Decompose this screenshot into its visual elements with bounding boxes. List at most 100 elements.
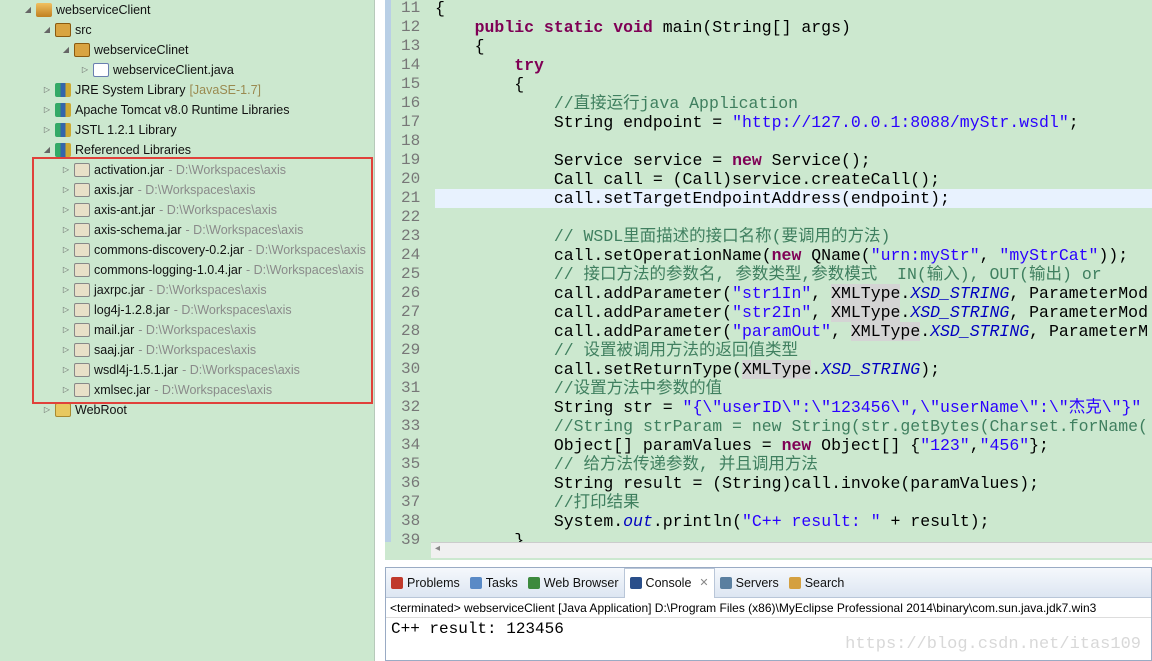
code-token: XSD_STRING <box>930 322 1030 341</box>
code-line[interactable]: try <box>435 56 1152 75</box>
tab-tasks[interactable]: Tasks <box>465 568 523 598</box>
tree-item[interactable]: ◢ webserviceClient <box>22 0 150 20</box>
code-line[interactable]: Call call = (Call)service.createCall(); <box>435 170 1152 189</box>
expanded-arrow-icon[interactable]: ◢ <box>41 20 53 40</box>
code-line[interactable]: //设置方法中参数的值 <box>435 379 1152 398</box>
code-line[interactable] <box>435 208 1152 227</box>
tab-problems[interactable]: Problems <box>386 568 465 598</box>
code-line[interactable]: { <box>435 0 1152 18</box>
tree-item[interactable]: ▷ Apache Tomcat v8.0 Runtime Libraries <box>41 100 289 120</box>
code-token: XSD_STRING <box>910 303 1010 322</box>
line-number: 28 <box>401 322 421 340</box>
line-number: 12 <box>401 18 421 36</box>
tree-item[interactable]: ▷ JRE System Library [JavaSE-1.7] <box>41 80 261 100</box>
code-line[interactable]: System.out.println("C++ result: " + resu… <box>435 512 1152 531</box>
line-number: 30 <box>401 360 421 378</box>
tree-item-label: webserviceClient <box>56 3 151 17</box>
tab-web-browser[interactable]: Web Browser <box>523 568 624 598</box>
code-token: XMLType <box>831 303 901 322</box>
collapsed-arrow-icon[interactable]: ▷ <box>41 120 53 140</box>
code-line[interactable]: // 给方法传递参数, 并且调用方法 <box>435 455 1152 474</box>
code-token: new <box>732 151 762 170</box>
tree-item-label: JSTL 1.2.1 Library <box>75 123 177 137</box>
tab-search[interactable]: Search <box>784 568 850 598</box>
code-line[interactable]: //直接运行java Application <box>435 94 1152 113</box>
collapsed-arrow-icon[interactable]: ▷ <box>41 100 53 120</box>
code-line[interactable] <box>435 132 1152 151</box>
code-line[interactable]: //String strParam = new String(str.getBy… <box>435 417 1152 436</box>
expanded-arrow-icon[interactable]: ◢ <box>22 0 34 20</box>
tab-label: Web Browser <box>543 575 619 590</box>
code-line[interactable]: String str = "{\"userID\":\"123456\",\"u… <box>435 398 1152 417</box>
code-token: main(String[] args) <box>652 18 851 37</box>
code-line[interactable]: Object[] paramValues = new Object[] {"12… <box>435 436 1152 455</box>
line-number: 22 <box>401 208 421 226</box>
code-line[interactable]: call.setReturnType(XMLType.XSD_STRING); <box>435 360 1152 379</box>
line-number: 21 <box>401 189 421 207</box>
code-line[interactable]: call.addParameter("str1In", XMLType.XSD_… <box>435 284 1152 303</box>
code-token: //String strParam = new String(str.getBy… <box>553 417 1148 436</box>
code-token: Object[] paramValues = <box>435 436 782 455</box>
code-line[interactable]: String result = (String)call.invoke(para… <box>435 474 1152 493</box>
tree-item[interactable]: ▷ JSTL 1.2.1 Library <box>41 120 177 140</box>
java-file-icon <box>93 63 109 77</box>
code-token: // 设置被调用方法的返回值类型 <box>553 341 799 360</box>
code-token: )); <box>1098 246 1129 265</box>
code-line[interactable]: call.addParameter("paramOut", XMLType.XS… <box>435 322 1152 341</box>
line-number: 26 <box>401 284 421 302</box>
code-line[interactable]: Service service = new Service(); <box>435 151 1152 170</box>
referenced-jars-highlight-box <box>32 157 373 404</box>
code-line[interactable]: call.addParameter("str2In", XMLType.XSD_… <box>435 303 1152 322</box>
code-line[interactable]: call.setOperationName(new QName("urn:myS… <box>435 246 1152 265</box>
code-line[interactable]: public static void main(String[] args) <box>435 18 1152 37</box>
code-token: call.setReturnType( <box>435 360 742 379</box>
library-icon <box>55 103 71 117</box>
code-line[interactable]: { <box>435 37 1152 56</box>
line-number: 25 <box>401 265 421 283</box>
code-token: { <box>435 37 485 56</box>
tree-item-label: src <box>75 23 92 37</box>
console-panel: Problems Tasks Web Browser Console ✕ Servers S… <box>385 567 1152 661</box>
library-icon <box>55 83 71 97</box>
code-token: "paramOut" <box>732 322 832 341</box>
code-line[interactable]: //打印结果 <box>435 493 1152 512</box>
collapsed-arrow-icon[interactable]: ▷ <box>41 80 53 100</box>
tree-item[interactable]: ◢ src <box>41 20 92 40</box>
tree-item-label: JRE System Library <box>75 83 186 97</box>
tab-servers[interactable]: Servers <box>715 568 784 598</box>
servers-icon <box>719 576 732 589</box>
code-token: String result = (String)call.invoke(para… <box>435 474 1039 493</box>
tab-console[interactable]: Console ✕ <box>623 567 715 598</box>
line-number: 17 <box>401 113 421 131</box>
tab-label: Search <box>804 575 845 590</box>
code-line[interactable]: // WSDL里面描述的接口名称(要调用的方法) <box>435 227 1152 246</box>
code-line[interactable]: call.setTargetEndpointAddress(endpoint); <box>435 189 1152 208</box>
tree-item[interactable]: ◢ webserviceClinet <box>60 40 188 60</box>
source-folder-icon <box>55 23 71 37</box>
line-number: 29 <box>401 341 421 359</box>
code-line[interactable]: // 接口方法的参数名, 参数类型,参数模式 IN(输入), OUT(输出) o… <box>435 265 1152 284</box>
tree-item-label: webserviceClinet <box>94 43 189 57</box>
horizontal-scrollbar[interactable]: ◂ <box>431 542 1152 558</box>
line-number: 11 <box>401 0 421 17</box>
library-icon <box>55 143 71 157</box>
tree-item[interactable]: ▷ webserviceClient.java <box>79 60 234 80</box>
collapsed-arrow-icon[interactable]: ▷ <box>79 60 91 80</box>
code-line[interactable]: { <box>435 75 1152 94</box>
code-token: // 给方法传递参数, 并且调用方法 <box>553 455 818 474</box>
code-editor[interactable]: 11 12 13 14 15 16 17 18 19 20 21 22 23 24 25 26 27 28 29 30… <box>385 0 1152 560</box>
code-token: ); <box>920 360 941 379</box>
code-token: , ParameterMod <box>1009 284 1148 303</box>
close-icon[interactable]: ✕ <box>699 568 708 598</box>
line-number: 34 <box>401 436 421 454</box>
code-line[interactable]: // 设置被调用方法的返回值类型 <box>435 341 1152 360</box>
code-token: XSD_STRING <box>910 284 1010 303</box>
line-number: 36 <box>401 474 421 492</box>
code-token: call.addParameter( <box>435 322 733 341</box>
expanded-arrow-icon[interactable]: ◢ <box>60 40 72 60</box>
code-line[interactable]: String endpoint = "http://127.0.0.1:8088… <box>435 113 1152 132</box>
code-token: , ParameterMod <box>1009 303 1148 322</box>
